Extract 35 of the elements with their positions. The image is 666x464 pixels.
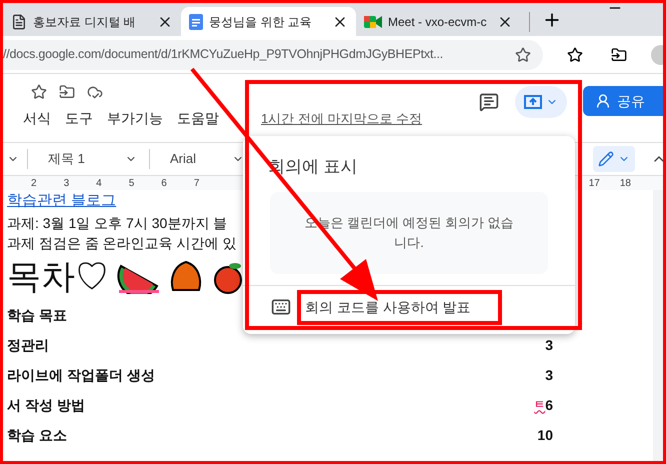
toc-entry[interactable]: 정관리 [7, 335, 49, 356]
ruler-number: 6 [161, 176, 167, 190]
menu-item[interactable]: 부가기능 [107, 108, 163, 129]
ruler-number: 4 [96, 176, 102, 190]
page-number: 6 [545, 396, 553, 415]
toc-entry[interactable]: 학습 요소 [7, 425, 67, 446]
tab-title: 뭉성님을 위한 교육 [209, 14, 313, 30]
menu-item[interactable]: 도구 [65, 108, 93, 129]
menu-item[interactable]: 도움말 [177, 108, 219, 129]
ruler-number: 17 [588, 176, 600, 190]
toc-entry[interactable]: 학습 목표 [7, 305, 67, 326]
document-text: 과제 점검은 줌 온라인교육 시간에 있 [7, 234, 236, 252]
page-number: 10 [537, 426, 553, 445]
browser-tab[interactable]: 뭉성님을 위한 교육 [181, 7, 356, 36]
page-number: 3 [545, 336, 553, 355]
document-text: 과제: 3월 1일 오후 7시 30분까지 블 [7, 214, 228, 232]
page-number: 3 [545, 366, 553, 385]
spelling-mark: ㅌ [534, 398, 546, 414]
ruler-number: 5 [128, 176, 134, 190]
ruler-number: 2 [31, 176, 37, 190]
heading-text: 목차♡ [7, 260, 109, 294]
ruler-number: 18 [620, 176, 631, 190]
url-text: //docs.google.com/document/d/1rKMCYuZueHp_P9TVOhnjPHGdmJGyBHEPtxt... [3, 46, 444, 64]
share-button[interactable]: 공유 [583, 86, 663, 116]
address-bar[interactable]: //docs.google.com/document/d/1rKMCYuZueHp_P9TVOhnjPHGdmJGyBHEPtxt... [3, 40, 543, 70]
toc-entry[interactable]: 라이브에 작업폴더 생성 [7, 365, 155, 386]
present-with-code-option[interactable]: 회의 코드를 사용하여 발표 [305, 296, 471, 318]
ruler-number: 7 [194, 176, 200, 190]
tab-title: 홍보자료 디지털 배 [33, 14, 137, 30]
ruler-number: 3 [64, 176, 70, 190]
style-dropdown[interactable]: 제목 1 [27, 149, 137, 169]
menu-item[interactable]: 서식 [23, 108, 51, 129]
last-edit-text: 1시간 전에 마지막으로 수정 [261, 110, 422, 128]
toc-entry[interactable]: 서 작성 방법 [7, 395, 85, 416]
tab-title: Meet - vxo-ecvm-c [388, 14, 488, 30]
